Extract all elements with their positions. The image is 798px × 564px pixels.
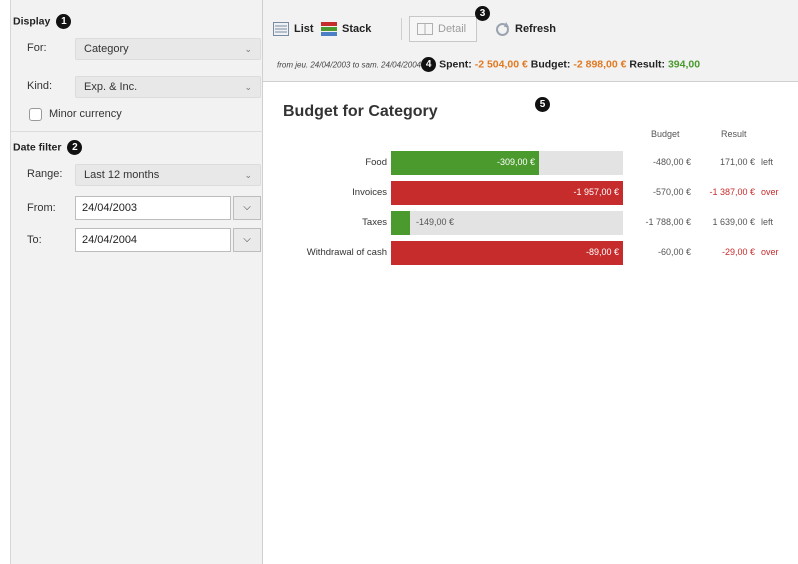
- stack-chart-icon: [321, 22, 337, 36]
- from-date-dropdown-button[interactable]: ⌵: [233, 196, 261, 220]
- spent-amount: -309,00 €: [496, 157, 535, 167]
- toolbar: List Stack Detail 3 Refresh from jeu. 24…: [263, 0, 798, 82]
- result-amount: -1 387,00 €: [709, 187, 755, 197]
- from-label: From:: [27, 202, 56, 214]
- display-title: Display: [13, 15, 51, 28]
- budget-state: over: [761, 187, 779, 197]
- for-select[interactable]: Category ⌄: [75, 38, 261, 60]
- minor-currency-row[interactable]: Minor currency: [11, 104, 263, 126]
- range-row: Range: Last 12 months ⌄: [11, 164, 263, 186]
- range-select[interactable]: Last 12 months ⌄: [75, 164, 261, 186]
- spent-value: -2 504,00 €: [474, 58, 528, 71]
- result-label: Result:: [629, 58, 666, 71]
- report-title: Budget for Category: [283, 103, 438, 120]
- budget-column-header: Budget: [651, 129, 680, 139]
- budget-amount: -480,00 €: [652, 157, 691, 167]
- to-row: To: 24/04/2004 ⌵: [11, 228, 263, 252]
- to-date-input[interactable]: 24/04/2004: [75, 228, 231, 252]
- callout-badge-2: 2: [67, 140, 83, 155]
- detail-label: Detail: [438, 23, 467, 35]
- result-amount: 171,00 €: [719, 157, 755, 167]
- bar-track: -149,00 €: [391, 211, 623, 235]
- chevron-down-icon: ⌄: [244, 82, 252, 92]
- from-row: From: 24/04/2003 ⌵: [11, 196, 263, 220]
- spent-amount: -89,00 €: [585, 247, 619, 257]
- result-amount: -29,00 €: [721, 247, 755, 257]
- category-label: Withdrawal of cash: [306, 247, 387, 258]
- callout-badge-1: 1: [56, 14, 72, 29]
- summary-bar: from jeu. 24/04/2003 to sam. 24/04/2004 4…: [277, 57, 700, 72]
- result-column-header: Result: [721, 129, 747, 139]
- for-row: For: Category ⌄: [11, 38, 263, 60]
- range-label: Range:: [27, 168, 63, 180]
- callout-badge-3: 3: [475, 6, 490, 21]
- date-filter-title: Date filter: [13, 141, 62, 154]
- detail-button[interactable]: Detail: [409, 16, 477, 42]
- stack-button[interactable]: Stack: [321, 18, 371, 40]
- stack-label: Stack: [342, 23, 372, 35]
- chevron-down-icon: ⌄: [244, 170, 252, 180]
- budget-state: over: [761, 247, 779, 257]
- bar-fill: [391, 211, 410, 235]
- category-label: Invoices: [352, 187, 387, 198]
- kind-select[interactable]: Exp. & Inc. ⌄: [75, 76, 261, 98]
- callout-badge-5: 5: [535, 97, 550, 112]
- budget-window: Display 1 For: Category ⌄ Kind: Exp. & In…: [10, 0, 798, 564]
- kind-value: Exp. & Inc.: [84, 81, 138, 93]
- kind-row: Kind: Exp. & Inc. ⌄: [11, 76, 263, 98]
- section-divider: [11, 131, 263, 132]
- budget-amount: -60,00 €: [657, 247, 691, 257]
- refresh-label: Refresh: [515, 23, 556, 35]
- spent-amount: -1 957,00 €: [573, 187, 619, 197]
- budget-amount: -570,00 €: [652, 187, 691, 197]
- budget-row[interactable]: Invoices -1 957,00 € -570,00 € -1 387,00 € o…: [263, 181, 798, 205]
- budget-label: Budget:: [530, 58, 571, 71]
- list-button[interactable]: List: [273, 18, 314, 40]
- minor-currency-label: Minor currency: [49, 108, 122, 120]
- chevron-down-icon: ⌵: [243, 202, 251, 213]
- bar-track: -309,00 €: [391, 151, 623, 175]
- book-icon: [417, 23, 433, 35]
- budget-row[interactable]: Withdrawal of cash -89,00 € -60,00 € -29,00…: [263, 241, 798, 265]
- budget-state: left: [761, 157, 774, 167]
- refresh-button[interactable]: Refresh: [495, 18, 556, 40]
- chevron-down-icon: ⌄: [244, 44, 252, 54]
- for-value: Category: [84, 43, 129, 55]
- from-date-input[interactable]: 24/04/2003: [75, 196, 231, 220]
- refresh-icon: [496, 21, 509, 36]
- date-filter-section-title: Date filter 2: [13, 140, 83, 155]
- budget-row[interactable]: Taxes -149,00 € -1 788,00 € 1 639,00 € left: [263, 211, 798, 235]
- to-date-dropdown-button[interactable]: ⌵: [233, 228, 261, 252]
- callout-badge-4: 4: [421, 57, 437, 72]
- bar-track: -89,00 €: [391, 241, 623, 265]
- result-value: 394,00: [667, 58, 701, 71]
- chevron-down-icon: ⌵: [243, 234, 251, 245]
- spent-label: Spent:: [439, 58, 472, 71]
- spent-amount: -149,00 €: [416, 217, 455, 227]
- display-section-title: Display 1: [13, 14, 72, 29]
- report-panel: Budget for Category 5 Budget Result Food…: [263, 83, 798, 564]
- options-panel: Display 1 For: Category ⌄ Kind: Exp. & In…: [11, 0, 263, 564]
- date-range-text: from jeu. 24/04/2003 to sam. 24/04/2004: [277, 60, 422, 70]
- range-value: Last 12 months: [84, 169, 160, 181]
- result-amount: 1 639,00 €: [712, 217, 755, 227]
- to-label: To:: [27, 234, 42, 246]
- toolbar-divider: [401, 18, 402, 40]
- budget-state: left: [761, 217, 774, 227]
- list-label: List: [294, 23, 314, 35]
- budget-amount: -1 788,00 €: [645, 217, 691, 227]
- budget-value: -2 898,00 €: [573, 58, 627, 71]
- kind-label: Kind:: [27, 80, 53, 92]
- category-label: Taxes: [362, 217, 387, 228]
- category-label: Food: [365, 157, 387, 168]
- for-label: For:: [27, 42, 47, 54]
- minor-currency-checkbox[interactable]: [29, 108, 42, 121]
- budget-row[interactable]: Food -309,00 € -480,00 € 171,00 € left: [263, 151, 798, 175]
- list-icon: [273, 22, 289, 36]
- bar-track: -1 957,00 €: [391, 181, 623, 205]
